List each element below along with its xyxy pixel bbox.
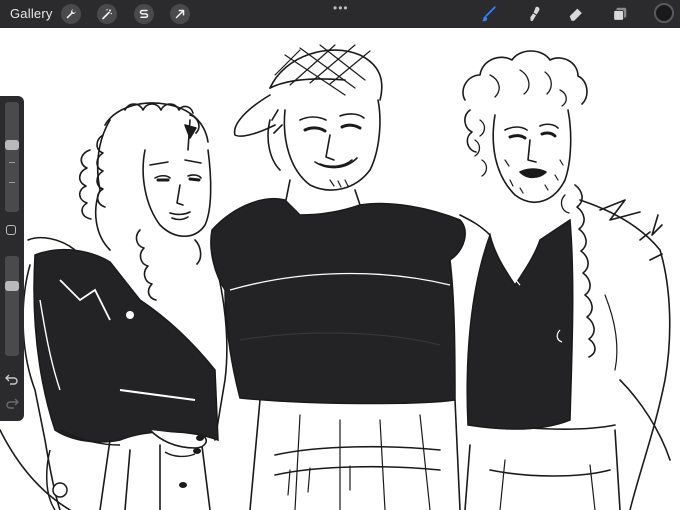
gallery-button[interactable]: Gallery — [10, 6, 53, 21]
artwork-drawing — [0, 44, 671, 510]
slider-tick — [9, 162, 15, 163]
color-picker-button[interactable] — [654, 3, 674, 23]
layers-icon[interactable] — [609, 4, 631, 24]
selection-s-icon[interactable] — [134, 4, 154, 24]
brush-size-slider[interactable] — [5, 102, 19, 212]
more-options-button[interactable]: ••• — [333, 1, 349, 15]
top-toolbar: Gallery ••• — [0, 0, 680, 28]
brush-size-handle[interactable] — [5, 140, 19, 150]
eraser-icon[interactable] — [565, 4, 587, 24]
undo-arrow-icon[interactable] — [4, 372, 20, 386]
slider-tick — [9, 182, 15, 183]
wrench-icon[interactable] — [61, 4, 81, 24]
cursor-arrow-icon[interactable] — [170, 4, 190, 24]
brush-sidebar — [0, 96, 24, 421]
opacity-handle[interactable] — [5, 281, 19, 291]
magic-wand-icon[interactable] — [97, 4, 117, 24]
opacity-slider[interactable] — [5, 256, 19, 356]
drawing-canvas[interactable] — [0, 28, 680, 510]
square-modify-icon[interactable] — [6, 225, 16, 235]
redo-arrow-icon[interactable] — [4, 396, 20, 410]
brush-icon[interactable] — [478, 4, 500, 24]
smudge-icon[interactable] — [523, 4, 545, 24]
